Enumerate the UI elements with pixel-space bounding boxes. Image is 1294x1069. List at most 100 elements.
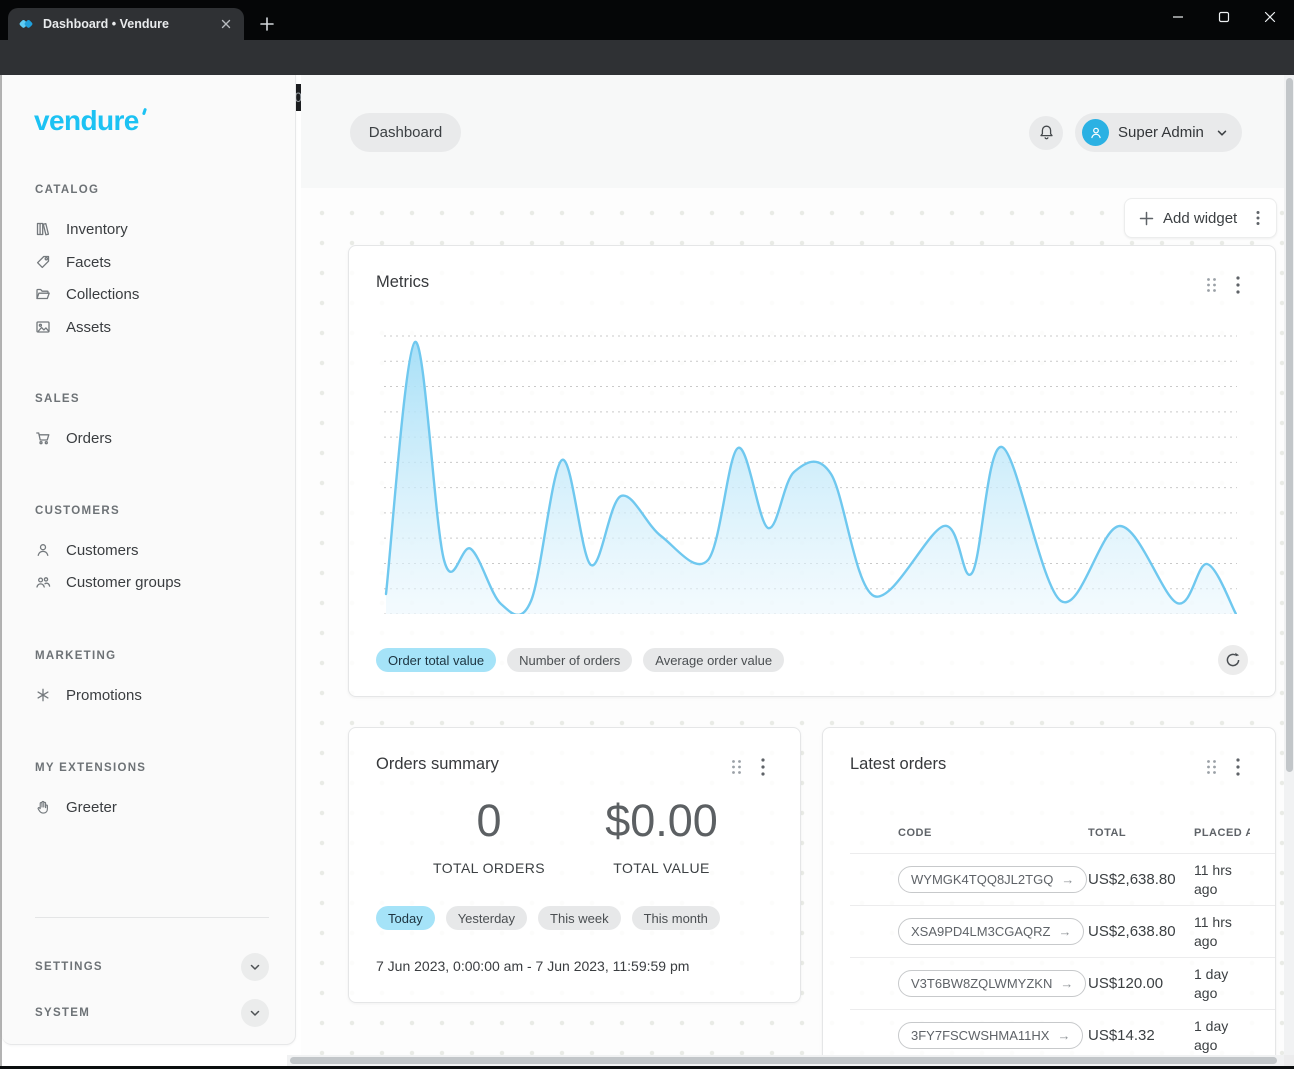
sidebar-item-label: Customer groups xyxy=(66,574,181,591)
sidebar-item-greeter[interactable]: Greeter xyxy=(35,795,283,819)
sidebar-item-customers[interactable]: Customers xyxy=(35,538,283,562)
sidebar-section-customers: CUSTOMERS xyxy=(35,505,120,517)
vendure-logo-text: vendure xyxy=(34,105,139,136)
order-total: US$2,638.80 xyxy=(1088,871,1194,888)
dashboard-content: Add widget Metrics xyxy=(301,188,1284,1055)
latest-orders-widget: Latest orders CODE TOTAL PLACED AT WYMGK… xyxy=(822,727,1276,1055)
metrics-widget: Metrics Order total value Numb xyxy=(348,245,1276,697)
drag-handle-icon[interactable] xyxy=(731,759,742,775)
page-title-button[interactable]: Dashboard xyxy=(350,113,461,152)
add-widget-button[interactable]: Add widget xyxy=(1124,198,1277,238)
order-placed-at: 1 day ago xyxy=(1194,1017,1250,1053)
latest-orders-table: CODE TOTAL PLACED AT WYMGK4TQQ8JL2TGQ→ U… xyxy=(823,813,1275,1055)
user-menu-button[interactable]: Super Admin xyxy=(1075,113,1242,152)
user-avatar-icon xyxy=(1088,125,1104,141)
order-code-button[interactable]: XSA9PD4LM3CGAQRZ→ xyxy=(898,918,1084,945)
arrow-right-icon: → xyxy=(1057,1028,1070,1043)
refresh-button[interactable] xyxy=(1218,645,1248,675)
vendure-favicon-icon xyxy=(18,16,34,32)
column-header-code: CODE xyxy=(898,827,1088,839)
system-expand-button[interactable] xyxy=(241,999,269,1027)
order-code-button[interactable]: WYMGK4TQQ8JL2TGQ→ xyxy=(898,866,1087,893)
sidebar-item-label: Orders xyxy=(66,430,112,447)
sidebar-item-facets[interactable]: Facets xyxy=(35,250,283,274)
metrics-tabs: Order total value Number of orders Avera… xyxy=(376,648,784,672)
window-close-button[interactable] xyxy=(1255,5,1285,29)
greeter-hand-icon xyxy=(35,799,51,815)
metrics-tab-order-total-value[interactable]: Order total value xyxy=(376,648,496,672)
add-widget-kebab-icon[interactable] xyxy=(1250,209,1266,227)
table-header-row: CODE TOTAL PLACED AT xyxy=(850,813,1275,854)
vertical-scrollbar[interactable] xyxy=(1284,75,1294,1055)
sidebar-item-collections[interactable]: Collections xyxy=(35,282,283,306)
range-tab-this-week[interactable]: This week xyxy=(538,906,621,930)
sidebar-item-promotions[interactable]: Promotions xyxy=(35,683,283,707)
sidebar-section-sales: SALES xyxy=(35,393,80,405)
user-avatar xyxy=(1082,119,1109,146)
plus-icon xyxy=(1139,211,1154,226)
sidebar-item-orders[interactable]: Orders xyxy=(35,426,283,450)
range-tab-this-month[interactable]: This month xyxy=(632,906,720,930)
scrollbar-corner xyxy=(1284,1055,1294,1066)
drag-handle-icon[interactable] xyxy=(1206,277,1217,293)
sidebar-section-settings[interactable]: SETTINGS xyxy=(35,953,269,981)
sidebar-item-customer-groups[interactable]: Customer groups xyxy=(35,570,283,594)
window-minimize-button[interactable] xyxy=(1163,5,1193,29)
metrics-menu-button[interactable] xyxy=(1229,275,1247,295)
settings-label: SETTINGS xyxy=(35,961,103,973)
metrics-tab-number-of-orders[interactable]: Number of orders xyxy=(507,648,632,672)
chevron-down-icon xyxy=(1215,126,1229,140)
inventory-icon xyxy=(35,221,51,237)
order-placed-at: 11 hrs ago xyxy=(1194,861,1250,897)
notifications-button[interactable] xyxy=(1029,116,1063,150)
drag-handle-icon[interactable] xyxy=(1206,759,1217,775)
range-tab-yesterday[interactable]: Yesterday xyxy=(446,906,527,930)
latest-orders-menu-button[interactable] xyxy=(1229,757,1247,777)
total-orders-value: 0 xyxy=(404,798,574,843)
metrics-tab-average-order-value[interactable]: Average order value xyxy=(643,648,784,672)
new-tab-button[interactable] xyxy=(256,13,278,35)
tab-close-button[interactable] xyxy=(218,16,234,32)
settings-expand-button[interactable] xyxy=(241,953,269,981)
sidebar-item-label: Inventory xyxy=(66,221,128,238)
order-total: US$120.00 xyxy=(1088,975,1194,992)
orders-summary-menu-button[interactable] xyxy=(754,757,772,777)
browser-tab-bar: Dashboard • Vendure xyxy=(0,0,1294,40)
total-orders-label: TOTAL ORDERS xyxy=(404,860,574,876)
order-code: 3FY7FSCWSHMA11HX xyxy=(911,1028,1049,1043)
refresh-icon xyxy=(1225,652,1241,668)
range-tab-today[interactable]: Today xyxy=(376,906,435,930)
assets-icon xyxy=(35,319,51,335)
order-placed-at: 1 day ago xyxy=(1194,965,1250,1001)
sidebar-item-label: Assets xyxy=(66,319,111,336)
latest-orders-title: Latest orders xyxy=(850,755,946,774)
order-code-button[interactable]: V3T6BW8ZQLWMYZKN→ xyxy=(898,970,1086,997)
column-header-total: TOTAL xyxy=(1088,827,1194,839)
orders-cart-icon xyxy=(35,430,51,446)
browser-tab[interactable]: Dashboard • Vendure xyxy=(8,8,244,40)
window-maximize-button[interactable] xyxy=(1209,5,1239,29)
sidebar-section-my-extensions: MY EXTENSIONS xyxy=(35,762,146,774)
bell-icon xyxy=(1038,124,1055,142)
arrow-right-icon: → xyxy=(1060,976,1073,991)
horizontal-scrollbar-thumb[interactable] xyxy=(290,1057,1277,1064)
vendure-logo-mark xyxy=(142,108,147,115)
vertical-scrollbar-thumb[interactable] xyxy=(1286,78,1293,772)
stat-total-orders: 0 TOTAL ORDERS xyxy=(404,798,574,876)
chevron-down-icon xyxy=(248,1006,262,1020)
user-name: Super Admin xyxy=(1118,124,1206,141)
tab-title: Dashboard • Vendure xyxy=(43,17,218,31)
customer-groups-icon xyxy=(35,574,51,590)
sidebar-item-inventory[interactable]: Inventory xyxy=(35,217,283,241)
sidebar: vendure CATALOG Inventory Facets Collect… xyxy=(2,75,296,1045)
vendure-logo: vendure xyxy=(34,105,139,137)
sidebar-section-system[interactable]: SYSTEM xyxy=(35,999,269,1027)
page-header: Dashboard Super Admin xyxy=(301,75,1284,188)
order-placed-at: 11 hrs ago xyxy=(1194,913,1250,949)
order-code-button[interactable]: 3FY7FSCWSHMA11HX → xyxy=(898,1022,1083,1049)
sidebar-item-assets[interactable]: Assets xyxy=(35,315,283,339)
sidebar-item-label: Facets xyxy=(66,254,111,271)
horizontal-scrollbar[interactable] xyxy=(287,1055,1284,1066)
total-value-value: $0.00 xyxy=(574,798,749,843)
total-value-label: TOTAL VALUE xyxy=(574,860,749,876)
